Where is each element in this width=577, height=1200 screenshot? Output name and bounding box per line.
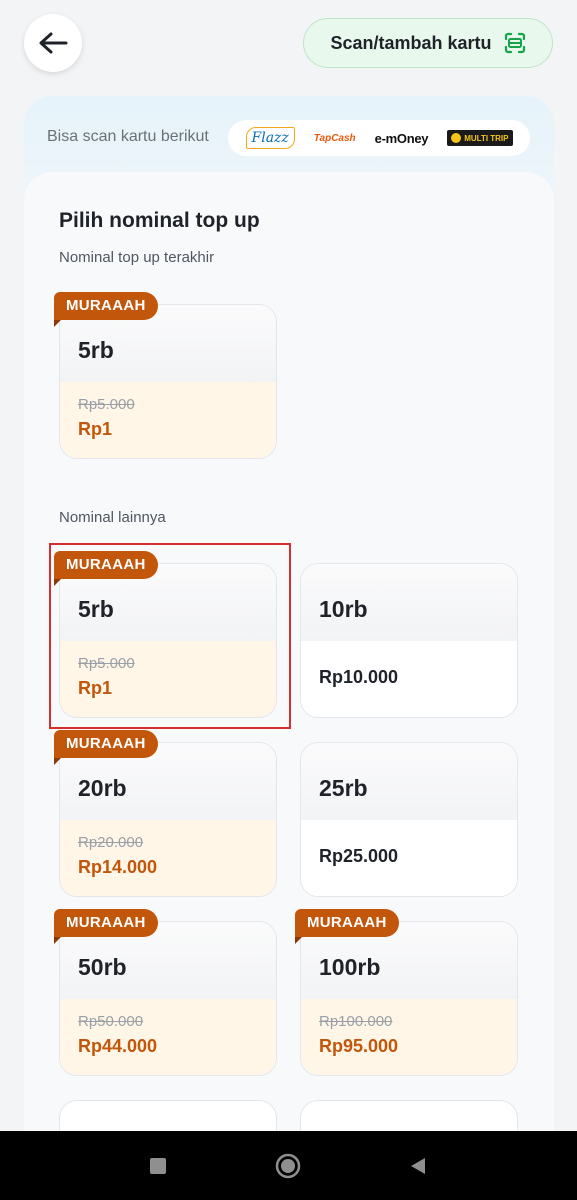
tile-amount: 5rb	[78, 337, 114, 363]
promo-badge: MURAAAH	[54, 292, 158, 327]
top-bar: Scan/tambah kartu	[0, 0, 577, 90]
multitrip-emblem-icon	[451, 133, 462, 143]
scan-add-card-button[interactable]: Scan/tambah kartu	[303, 18, 553, 68]
supported-cards-label: Bisa scan kartu berikut	[47, 128, 209, 145]
promo-badge: MURAAAH	[54, 730, 158, 765]
flazz-logo: Flazz	[245, 127, 295, 149]
discount-price: Rp95.000	[319, 1036, 399, 1056]
discount-price: Rp14.000	[78, 857, 158, 877]
discount-price: Rp1	[78, 678, 113, 698]
topup-tile-10rb[interactable]: 10rb Rp10.000	[300, 563, 518, 718]
tapcash-logo: TapCash	[313, 132, 356, 144]
discount-price: Rp44.000	[78, 1036, 158, 1056]
original-price: Rp50.000	[78, 1013, 144, 1030]
back-button[interactable]	[24, 14, 82, 72]
tile-amount: 50rb	[78, 954, 127, 980]
emoney-logo: e-mOney	[374, 130, 429, 146]
triangle-back-icon	[411, 1158, 425, 1174]
tile-amount: 100rb	[319, 954, 381, 980]
topup-tile-100rb[interactable]: 100rb Rp100.000 Rp95.000	[300, 921, 518, 1076]
tile-amount: 5rb	[78, 596, 114, 622]
price: Rp10.000	[319, 667, 399, 687]
topup-tile-5rb[interactable]: 5rb Rp5.000 Rp1	[59, 563, 277, 718]
promo-badge: MURAAAH	[54, 551, 158, 586]
topup-tile-20rb[interactable]: 20rb Rp20.000 Rp14.000	[59, 742, 277, 897]
original-price: Rp100.000	[319, 1013, 393, 1030]
arrow-left-icon	[39, 32, 68, 54]
promo-badge: MURAAAH	[54, 909, 158, 944]
original-price: Rp20.000	[78, 834, 144, 851]
original-price: Rp5.000	[78, 655, 135, 672]
tile-amount: 10rb	[319, 596, 368, 622]
tile-amount: 25rb	[319, 775, 368, 801]
card-scan-icon	[504, 32, 525, 54]
other-topup-label: Nominal lainnya	[59, 509, 166, 526]
multitrip-logo-text: MULTI TRIP	[464, 133, 509, 143]
discount-price: Rp1	[78, 419, 113, 439]
system-back-button[interactable]	[405, 1153, 431, 1179]
square-icon	[150, 1158, 166, 1174]
home-button[interactable]	[275, 1153, 301, 1179]
topup-tile-25rb[interactable]: 25rb Rp25.000	[300, 742, 518, 897]
tile-amount: 20rb	[78, 775, 127, 801]
price: Rp25.000	[319, 846, 399, 866]
section-title: Pilih nominal top up	[59, 209, 260, 232]
circle-icon	[275, 1153, 301, 1179]
topup-tile-50rb[interactable]: 50rb Rp50.000 Rp44.000	[59, 921, 277, 1076]
multitrip-logo: MULTI TRIP	[447, 130, 513, 146]
recent-topup-label: Nominal top up terakhir	[59, 249, 215, 266]
scan-button-label: Scan/tambah kartu	[330, 32, 492, 53]
recents-button[interactable]	[145, 1153, 171, 1179]
promo-badge: MURAAAH	[295, 909, 399, 944]
topup-content-card: Pilih nominal top up Nominal top up tera…	[24, 172, 554, 1160]
system-navigation-bar	[0, 1131, 577, 1200]
card-logos-strip: Flazz TapCash e-mOney MULTI TRIP	[228, 120, 530, 156]
recent-topup-tile[interactable]: 5rb Rp5.000 Rp1	[59, 304, 277, 459]
original-price: Rp5.000	[78, 396, 135, 413]
